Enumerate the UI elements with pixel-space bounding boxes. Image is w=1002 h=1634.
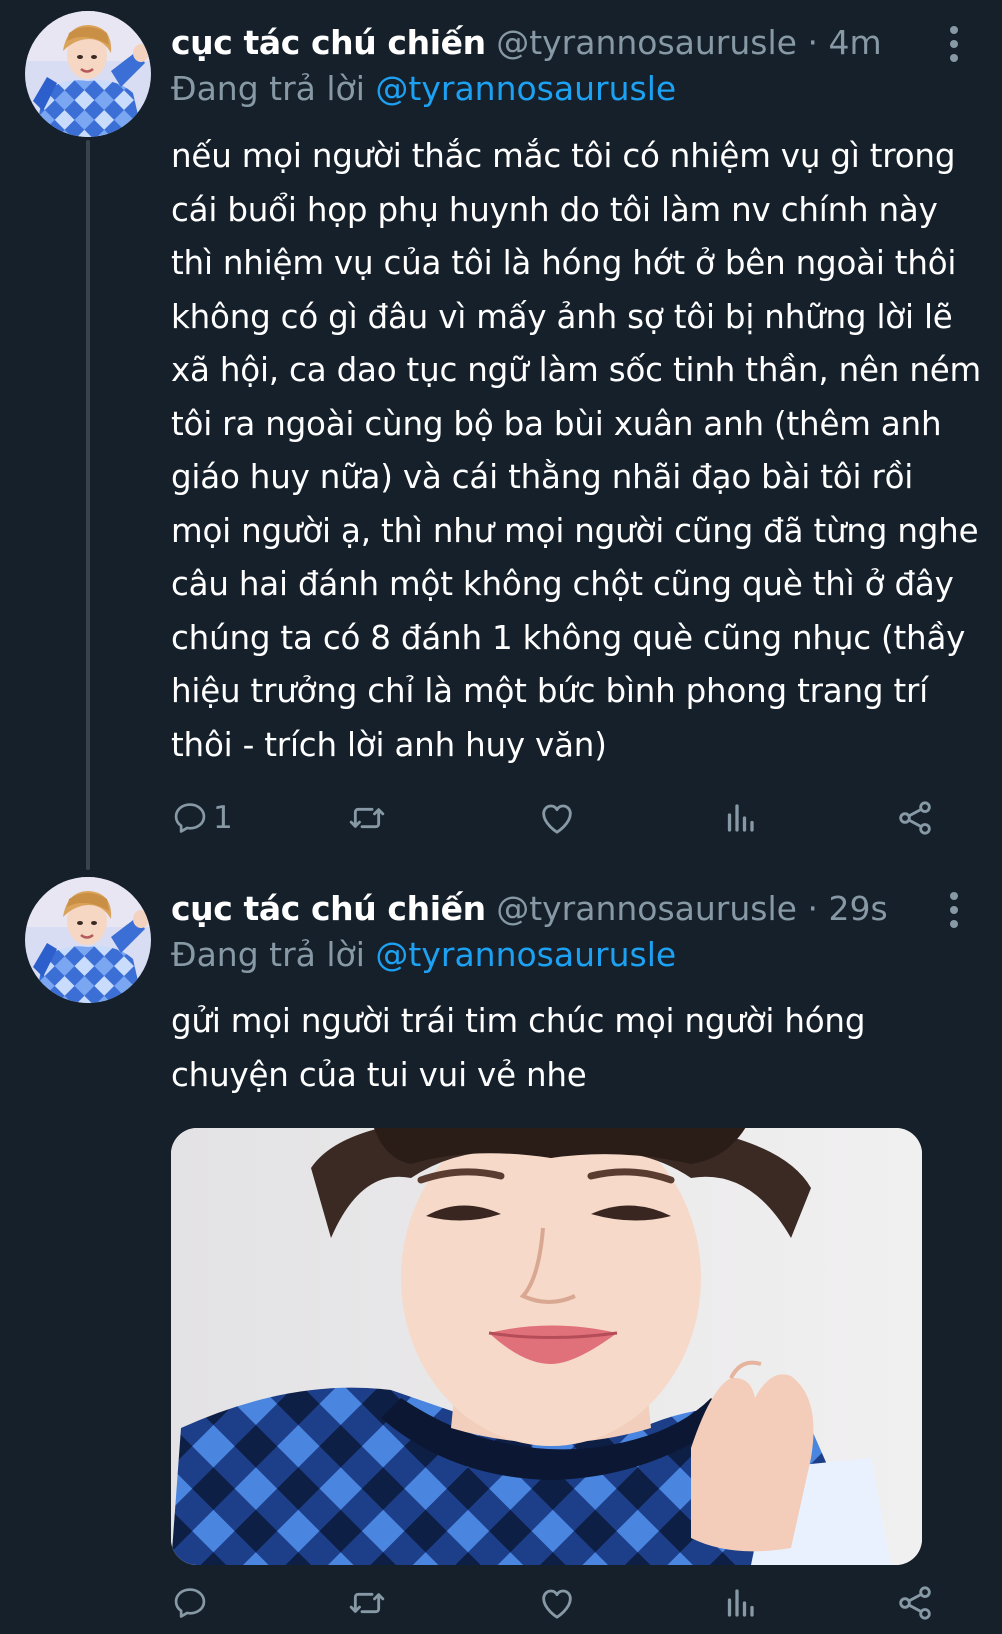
analytics-icon bbox=[727, 1589, 754, 1617]
separator-dot: · bbox=[807, 889, 818, 928]
timestamp[interactable]: 4m bbox=[828, 23, 881, 62]
tweet-actions bbox=[171, 1579, 951, 1627]
reply-mention-link[interactable]: @tyrannosaurusle bbox=[375, 69, 676, 108]
display-name[interactable]: cục tác chú chiến bbox=[171, 889, 486, 928]
heart-icon bbox=[542, 804, 572, 834]
user-handle[interactable]: @tyrannosaurusle bbox=[496, 889, 797, 928]
avatar[interactable] bbox=[25, 877, 151, 1003]
retweet-button[interactable] bbox=[347, 794, 387, 842]
replying-to-label: Đang trả lời bbox=[171, 69, 365, 108]
replying-to-line: Đang trả lời @tyrannosaurusle bbox=[171, 66, 676, 112]
heart-icon bbox=[542, 1589, 572, 1619]
reply-icon bbox=[174, 803, 206, 833]
tweet-header: cục tác chú chiến @tyrannosaurusle · 4m bbox=[171, 19, 922, 67]
like-button[interactable] bbox=[537, 1579, 577, 1627]
tweet-text: nếu mọi người thắc mắc tôi có nhiệm vụ g… bbox=[171, 137, 981, 764]
avatar[interactable] bbox=[25, 11, 151, 137]
share-icon bbox=[899, 1586, 931, 1620]
share-button[interactable] bbox=[895, 1579, 935, 1627]
share-icon bbox=[899, 801, 931, 835]
replying-to-label: Đang trả lời bbox=[171, 935, 365, 974]
reply-icon bbox=[174, 1588, 206, 1618]
reply-mention-link[interactable]: @tyrannosaurusle bbox=[375, 935, 676, 974]
tweet-actions: 1 bbox=[171, 794, 951, 842]
reply-button[interactable] bbox=[171, 1579, 213, 1627]
analytics-icon bbox=[727, 804, 754, 832]
retweet-button[interactable] bbox=[347, 1579, 387, 1627]
like-button[interactable] bbox=[537, 794, 577, 842]
reply-button[interactable]: 1 bbox=[171, 794, 233, 842]
retweet-icon bbox=[349, 1592, 385, 1614]
tweet-header: cục tác chú chiến @tyrannosaurusle · 29s bbox=[171, 885, 922, 933]
timestamp[interactable]: 29s bbox=[828, 889, 887, 928]
reply-count: 1 bbox=[213, 800, 233, 836]
separator-dot: · bbox=[807, 23, 818, 62]
retweet-icon bbox=[349, 807, 385, 829]
analytics-button[interactable] bbox=[722, 1579, 758, 1627]
tweet-text: gửi mọi người trái tim chúc mọi người hó… bbox=[171, 1002, 866, 1094]
share-button[interactable] bbox=[895, 794, 935, 842]
analytics-button[interactable] bbox=[722, 794, 758, 842]
more-vertical-icon[interactable] bbox=[948, 890, 960, 930]
more-vertical-icon[interactable] bbox=[948, 24, 960, 64]
thread-connector-line bbox=[86, 140, 90, 870]
display-name[interactable]: cục tác chú chiến bbox=[171, 23, 486, 62]
tweet-photo[interactable] bbox=[171, 1128, 922, 1565]
replying-to-line: Đang trả lời @tyrannosaurusle bbox=[171, 932, 676, 978]
user-handle[interactable]: @tyrannosaurusle bbox=[496, 23, 797, 62]
